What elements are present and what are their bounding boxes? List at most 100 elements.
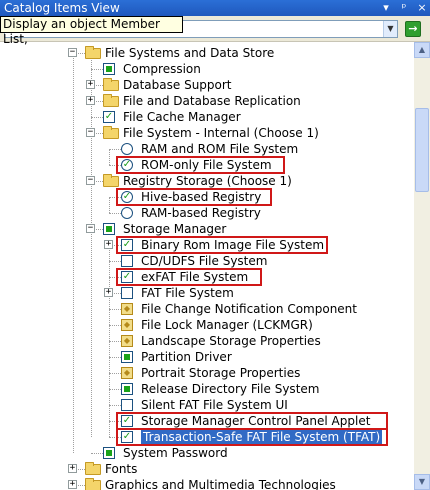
tree-item-label: FAT File System <box>141 286 234 300</box>
expand-icon[interactable]: + <box>68 464 77 473</box>
tree-item-label: File Cache Manager <box>123 110 241 124</box>
checkbox-filled-icon[interactable] <box>121 351 133 363</box>
tree-item[interactable]: − File Systems and Data Store <box>0 45 414 61</box>
tree-item[interactable]: + Graphics and Multimedia Technologies <box>0 477 414 490</box>
scroll-down-button[interactable]: ▼ <box>414 474 430 490</box>
tree-item[interactable]: CD/UDFS File System <box>0 253 414 269</box>
tree-item[interactable]: RAM and ROM File System <box>0 141 414 157</box>
close-icon[interactable]: × <box>416 0 428 16</box>
tree-item[interactable]: Silent FAT File System UI <box>0 397 414 413</box>
dropdown-menu-icon[interactable]: ▾ <box>380 0 392 16</box>
tree-item[interactable]: − Storage Manager <box>0 221 414 237</box>
tree-connector <box>109 149 121 150</box>
catalog-tree[interactable]: − File Systems and Data Store Compression +… <box>0 42 414 490</box>
window-title: Catalog Items View <box>4 1 120 15</box>
expand-icon[interactable]: + <box>86 96 95 105</box>
radio-empty-icon[interactable] <box>121 143 133 155</box>
tree-connector <box>91 117 103 118</box>
radio-empty-icon[interactable] <box>121 207 133 219</box>
tooltip: Display an object Member List, <box>0 16 183 46</box>
chevron-down-icon[interactable]: ▼ <box>383 21 397 37</box>
checkbox-empty-icon[interactable] <box>121 399 133 411</box>
tree-connector <box>109 213 121 214</box>
tree-connector <box>109 325 121 326</box>
tree-item-label: Partition Driver <box>141 350 232 364</box>
vertical-scrollbar[interactable]: ▲ ▼ <box>414 42 430 490</box>
folder-icon <box>103 78 119 91</box>
tree-item-label: File Change Notification Component <box>141 302 357 316</box>
folder-icon <box>103 94 119 107</box>
folder-icon <box>103 126 119 139</box>
collapse-icon[interactable]: − <box>86 128 95 137</box>
tree-item-label: Registry Storage (Choose 1) <box>123 174 292 188</box>
tree-item[interactable]: − File System - Internal (Choose 1) <box>0 125 414 141</box>
tree-item-label: Silent FAT File System UI <box>141 398 288 412</box>
tree-connector <box>109 261 121 262</box>
folder-icon <box>85 462 101 475</box>
expand-icon[interactable]: + <box>104 288 113 297</box>
tree-connector <box>109 373 121 374</box>
scroll-thumb[interactable] <box>415 108 429 192</box>
tree-connector <box>109 357 121 358</box>
title-buttons: ▾ ᵖ × <box>380 0 428 16</box>
tree-item-label: Release Directory File System <box>141 382 320 396</box>
tree-item[interactable]: RAM-based Registry <box>0 205 414 221</box>
tree-connector <box>109 389 121 390</box>
folder-icon <box>85 478 101 490</box>
tree-connector <box>109 309 121 310</box>
go-button[interactable]: → <box>405 21 421 37</box>
tree-item-label: CD/UDFS File System <box>141 254 268 268</box>
checkbox-filled-icon[interactable] <box>121 383 133 395</box>
tree-connector <box>91 69 103 70</box>
tree-item[interactable]: ✓ File Cache Manager <box>0 109 414 125</box>
checkbox-empty-icon[interactable] <box>121 287 133 299</box>
expand-icon[interactable]: + <box>104 240 113 249</box>
window-titlebar: Catalog Items View ▾ ᵖ × <box>0 0 430 16</box>
tree-item[interactable]: + Database Support <box>0 77 414 93</box>
tree-item[interactable]: ◆ Landscape Storage Properties <box>0 333 414 349</box>
tree-item-label: RAM-based Registry <box>141 206 261 220</box>
tree-item-label: Fonts <box>105 462 138 476</box>
tree-item-label: Graphics and Multimedia Technologies <box>105 478 336 490</box>
tree-item[interactable]: Release Directory File System <box>0 381 414 397</box>
tree-item[interactable]: Partition Driver <box>0 349 414 365</box>
folder-icon <box>103 174 119 187</box>
collapse-icon[interactable]: − <box>68 48 77 57</box>
tree-item-label: Storage Manager <box>123 222 227 236</box>
collapse-icon[interactable]: − <box>86 176 95 185</box>
checkbox-empty-icon[interactable] <box>121 255 133 267</box>
tree-connector <box>109 341 121 342</box>
tree-item-label: Database Support <box>123 78 232 92</box>
component-icon: ◆ <box>121 335 133 347</box>
component-icon: ◆ <box>121 303 133 315</box>
tree-item[interactable]: ◆ Portrait Storage Properties <box>0 365 414 381</box>
tree-item[interactable]: ◆ File Lock Manager (LCKMGR) <box>0 317 414 333</box>
collapse-icon[interactable]: − <box>86 224 95 233</box>
checkbox-filled-icon[interactable] <box>103 63 115 75</box>
checkbox-filled-icon[interactable] <box>103 223 115 235</box>
expand-icon[interactable]: + <box>68 480 77 489</box>
tree-item-label: Compression <box>123 62 201 76</box>
expand-icon[interactable]: + <box>86 80 95 89</box>
scroll-up-button[interactable]: ▲ <box>414 42 430 58</box>
tree-item-label: File and Database Replication <box>123 94 301 108</box>
annotation-highlight-box <box>116 188 272 206</box>
tree-item[interactable]: + Fonts <box>0 461 414 477</box>
tree-item[interactable]: − Registry Storage (Choose 1) <box>0 173 414 189</box>
tree-connector <box>91 453 103 454</box>
tree-item-label: File Systems and Data Store <box>105 46 275 60</box>
tree-item[interactable]: + FAT File System <box>0 285 414 301</box>
annotation-highlight-box <box>116 268 262 286</box>
checkbox-checked-icon[interactable]: ✓ <box>103 111 115 123</box>
tree-connector <box>109 405 121 406</box>
tree-item-label: System Password <box>123 446 228 460</box>
tree-item[interactable]: ◆ File Change Notification Component <box>0 301 414 317</box>
annotation-highlight-box <box>116 156 285 174</box>
pin-icon[interactable]: ᵖ <box>398 0 410 16</box>
tree-item-label: File Lock Manager (LCKMGR) <box>141 318 313 332</box>
annotation-highlight-box <box>116 428 388 446</box>
tree-item[interactable]: Compression <box>0 61 414 77</box>
tree-item[interactable]: + File and Database Replication <box>0 93 414 109</box>
tree-item[interactable]: System Password <box>0 445 414 461</box>
checkbox-filled-icon[interactable] <box>103 447 115 459</box>
